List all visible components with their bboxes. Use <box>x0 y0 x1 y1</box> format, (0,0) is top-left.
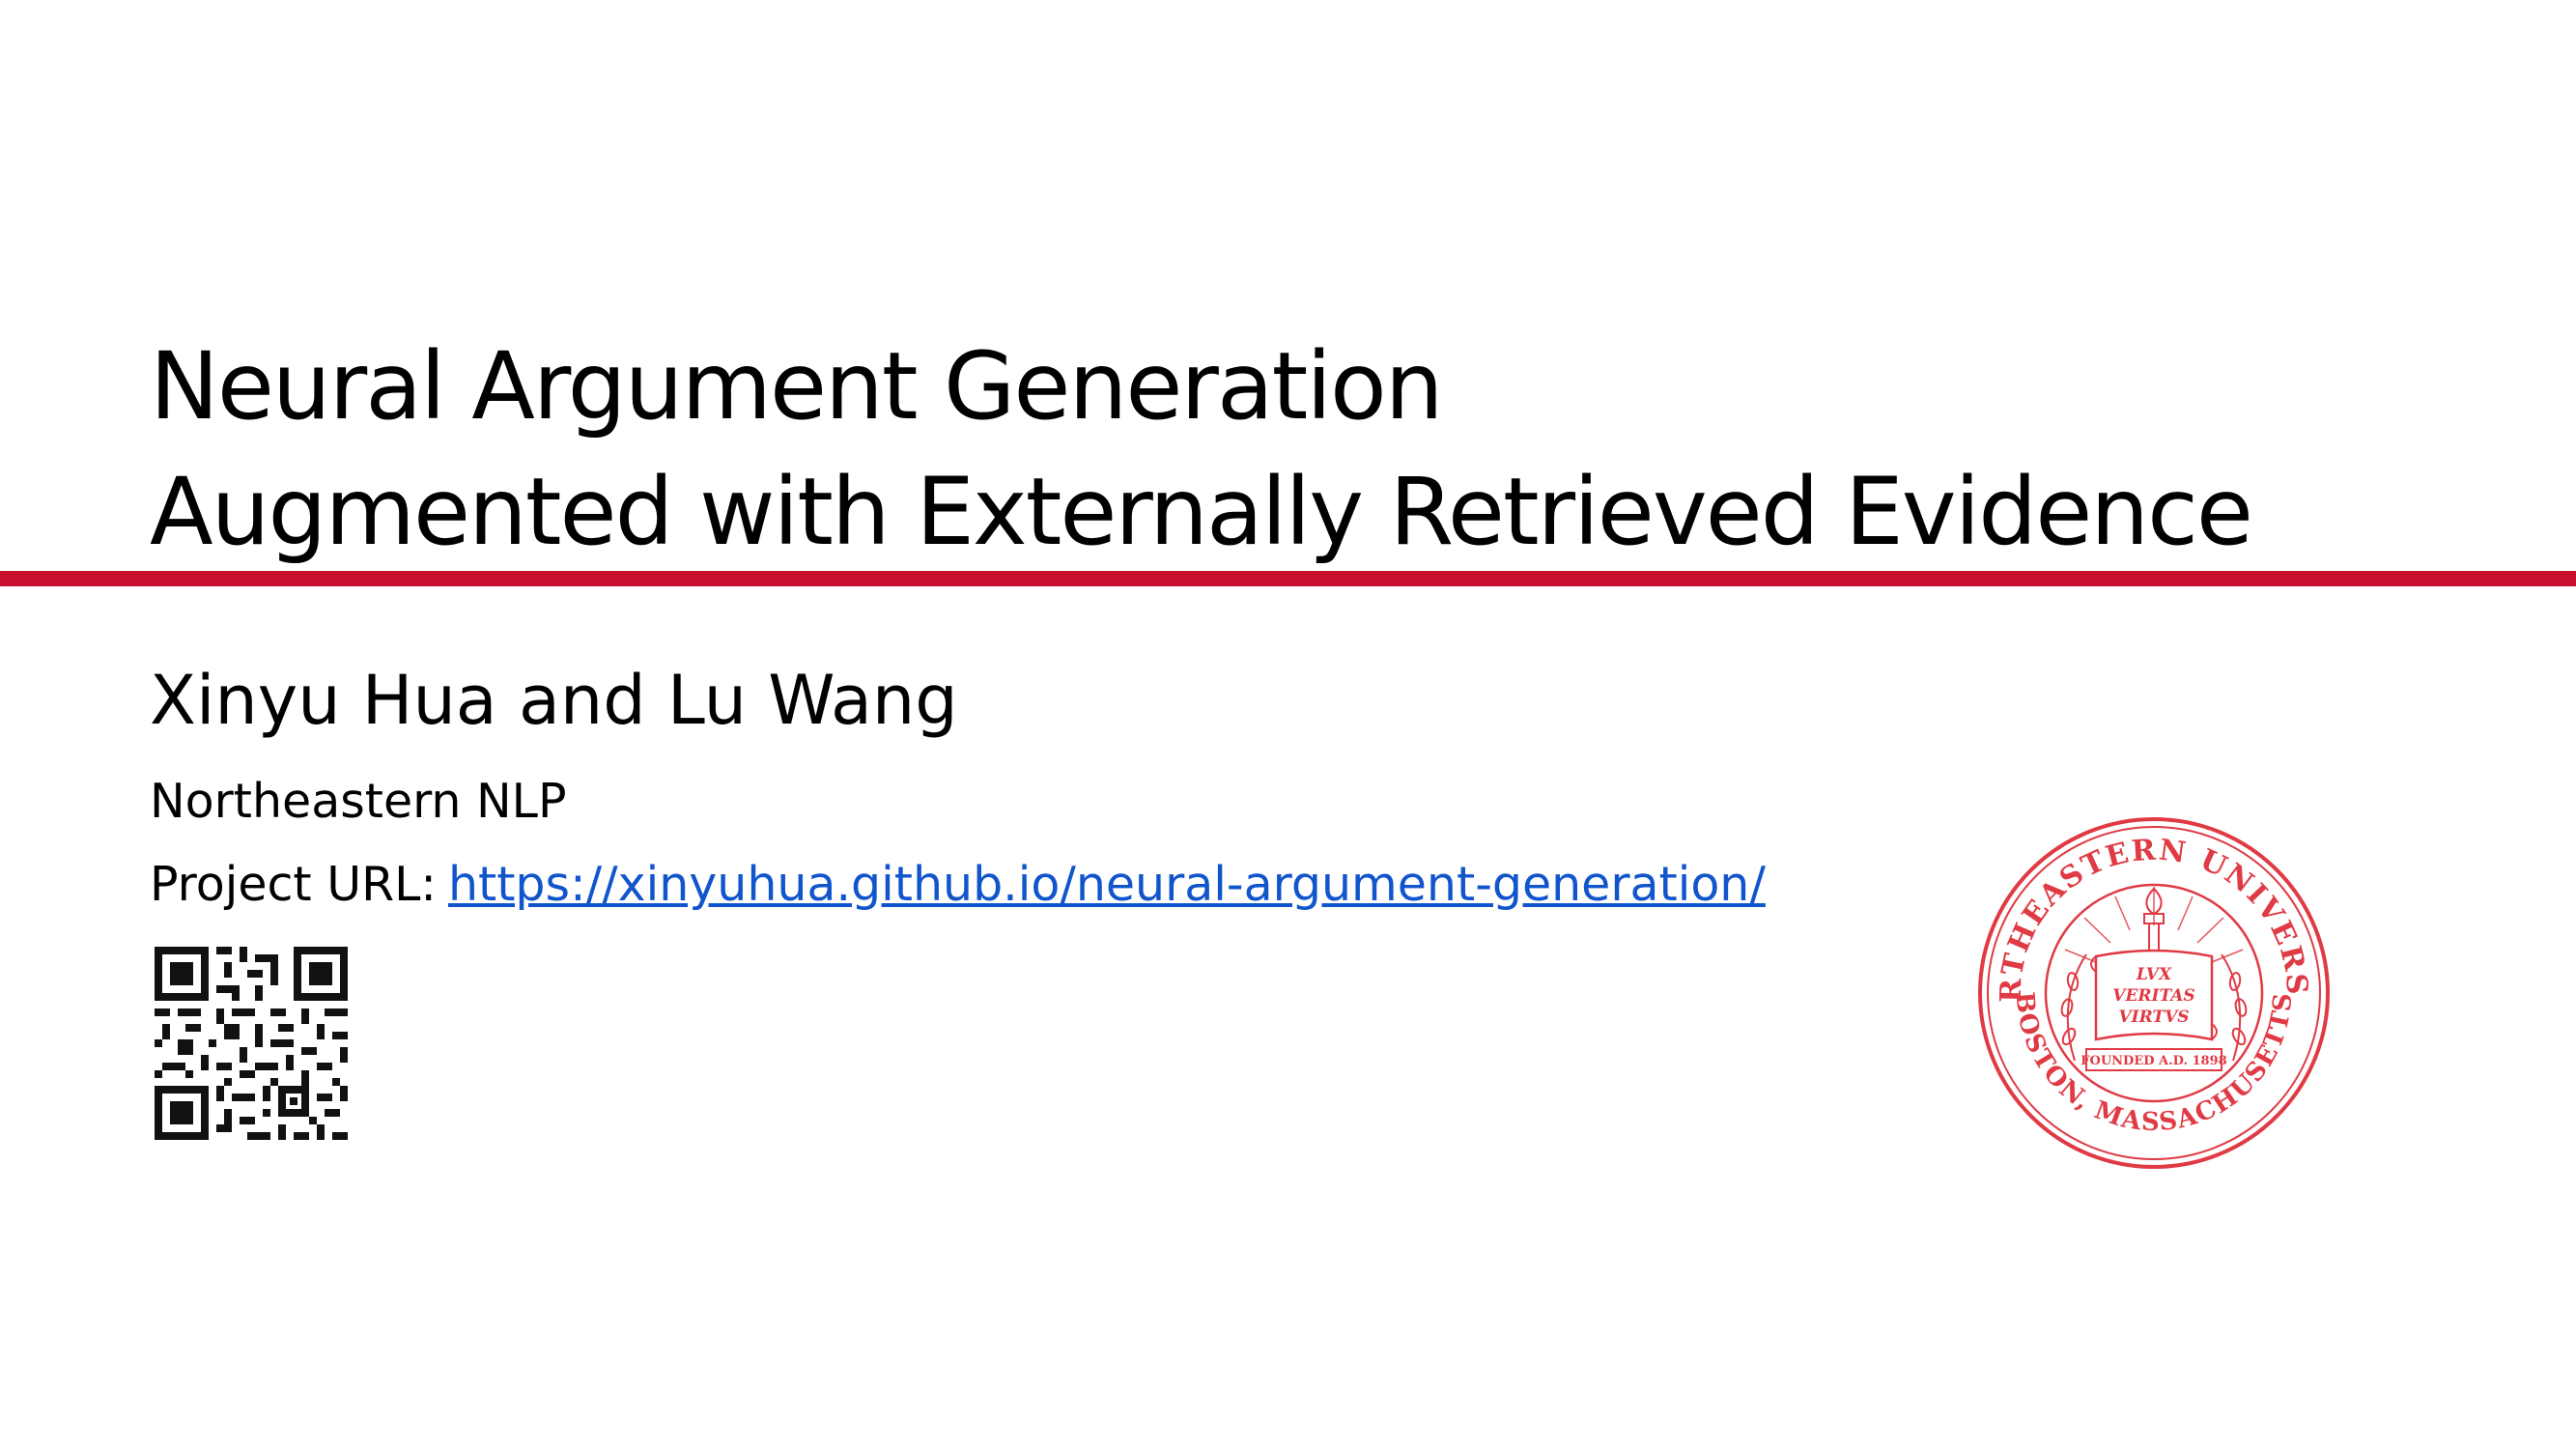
seal-motto-3: VIRTVS <box>2118 1008 2189 1027</box>
project-url-row: Project URL: https://xinyuhua.github.io/n… <box>150 854 1766 916</box>
title-line-2: Augmented with Externally Retrieved Evid… <box>150 458 2253 566</box>
slide-title: Neural Argument Generation Augmented wit… <box>150 324 2468 575</box>
title-divider <box>0 571 2576 586</box>
seal-motto-2: VERITAS <box>2112 986 2194 1006</box>
qr-code-icon[interactable] <box>155 947 348 1140</box>
seal-motto-1: LVX <box>2136 965 2172 984</box>
authors: Xinyu Hua and Lu Wang <box>150 661 958 740</box>
project-url-link[interactable]: https://xinyuhua.github.io/neural-argume… <box>448 857 1766 912</box>
university-seal-icon: NORTHEASTERN UNIVERSITY BOSTON, MASSACHU… <box>1961 800 2330 1169</box>
title-line-1: Neural Argument Generation <box>150 332 1444 440</box>
seal-founded-text: FOUNDED A.D. 1898 <box>2081 1054 2226 1068</box>
affiliation: Northeastern NLP <box>150 774 567 829</box>
project-url-label: Project URL: <box>150 857 437 912</box>
slide: Neural Argument Generation Augmented wit… <box>0 0 2576 1449</box>
